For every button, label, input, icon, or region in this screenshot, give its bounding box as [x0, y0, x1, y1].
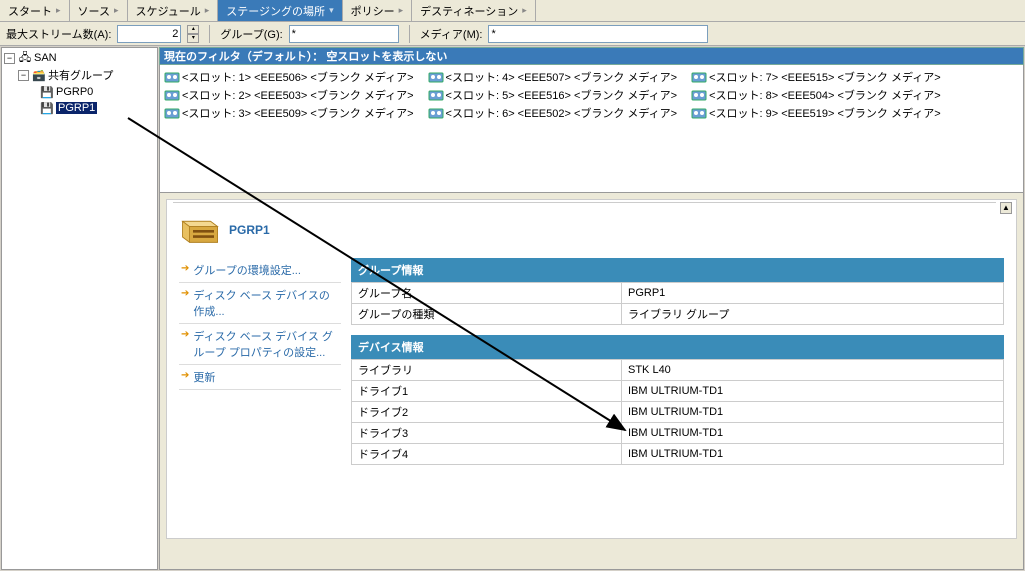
table-row: ドライブ3IBM ULTRIUM-TD1	[352, 423, 1004, 444]
link-disk-group-properties[interactable]: ➔ディスク ベース デバイス グループ プロパティの設定...	[179, 324, 341, 365]
group-label: グループ(G):	[220, 26, 282, 42]
scroll-up-button[interactable]: ▲	[1000, 202, 1012, 214]
arrow-icon: ➔	[181, 329, 189, 340]
table-row: ライブラリSTK L40	[352, 360, 1004, 381]
stream-label: 最大ストリーム数(A):	[6, 26, 111, 42]
link-group-config[interactable]: ➔グループの環境設定...	[179, 258, 341, 283]
tab-source[interactable]: ソース▸	[70, 0, 128, 21]
slot-item[interactable]: <スロット: 2> <EEE503> <ブランク メディア>	[164, 87, 414, 103]
link-refresh[interactable]: ➔更新	[179, 365, 341, 390]
chevron-down-icon: ▸	[205, 5, 210, 16]
tree-pane: − 🖧 SAN − 🗃️ 共有グループ 💾 PGRP0 💾 PGRP1	[1, 47, 158, 570]
device-icon: 💾	[40, 85, 54, 99]
tab-policy[interactable]: ポリシー▸	[343, 0, 413, 21]
media-label: メディア(M):	[420, 26, 483, 42]
slot-item[interactable]: <スロット: 9> <EEE519> <ブランク メディア>	[691, 105, 941, 121]
group-info-table: グループ名PGRP1 グループの種類ライブラリ グループ	[351, 282, 1004, 325]
chevron-down-icon: ▸	[522, 5, 527, 16]
tree-root-san[interactable]: − 🖧 SAN	[4, 50, 155, 66]
stream-input[interactable]	[117, 25, 181, 43]
collapse-icon[interactable]: −	[18, 70, 29, 81]
separator	[209, 25, 210, 43]
slot-list: <スロット: 1> <EEE506> <ブランク メディア> <スロット: 2>…	[159, 65, 1024, 193]
tape-icon	[164, 88, 180, 102]
tree-item-pgrp0[interactable]: 💾 PGRP0	[4, 84, 155, 100]
slot-item[interactable]: <スロット: 8> <EEE504> <ブランク メディア>	[691, 87, 941, 103]
drive-icon	[179, 212, 221, 248]
tape-icon	[164, 70, 180, 84]
table-row: ドライブ1IBM ULTRIUM-TD1	[352, 381, 1004, 402]
table-row: グループ名PGRP1	[352, 283, 1004, 304]
tree-item-pgrp1[interactable]: 💾 PGRP1	[4, 100, 155, 116]
tab-staging[interactable]: ステージングの場所▾	[218, 0, 342, 21]
arrow-icon: ➔	[181, 263, 189, 274]
device-info-header: デバイス情報	[351, 335, 1004, 359]
table-row: ドライブ4IBM ULTRIUM-TD1	[352, 444, 1004, 465]
collapse-icon[interactable]: −	[4, 53, 15, 64]
group-input[interactable]	[289, 25, 399, 43]
table-row: ドライブ2IBM ULTRIUM-TD1	[352, 402, 1004, 423]
slot-item[interactable]: <スロット: 7> <EEE515> <ブランク メディア>	[691, 69, 941, 85]
arrow-icon: ➔	[181, 370, 189, 381]
detail-pane: ▲ PGRP1 ➔グループの環境設定... ➔ディスク ベース デバイスの作成	[159, 193, 1024, 570]
tape-icon	[691, 88, 707, 102]
chevron-down-icon: ▾	[329, 5, 334, 16]
tape-icon	[428, 106, 444, 120]
detail-title: PGRP1	[229, 223, 270, 237]
server-icon: 🖧	[18, 51, 32, 65]
link-list: ➔グループの環境設定... ➔ディスク ベース デバイスの作成... ➔ディスク…	[179, 258, 341, 465]
slot-item[interactable]: <スロット: 3> <EEE509> <ブランク メディア>	[164, 105, 414, 121]
slot-item[interactable]: <スロット: 6> <EEE502> <ブランク メディア>	[428, 105, 678, 121]
tape-icon	[428, 70, 444, 84]
group-icon: 🗃️	[32, 68, 46, 82]
tab-schedule[interactable]: スケジュール▸	[128, 0, 219, 21]
divider	[173, 202, 996, 203]
link-create-disk-device[interactable]: ➔ディスク ベース デバイスの作成...	[179, 283, 341, 324]
tab-destination[interactable]: デスティネーション▸	[412, 0, 536, 21]
group-info-header: グループ情報	[351, 258, 1004, 282]
tape-icon	[691, 106, 707, 120]
toolbar: 最大ストリーム数(A): ▴▾ グループ(G): メディア(M):	[0, 22, 1025, 46]
stream-spinner[interactable]: ▴▾	[187, 25, 199, 43]
tab-start[interactable]: スタート▸	[0, 0, 70, 21]
chevron-down-icon: ▸	[399, 5, 404, 16]
tree-shared-group[interactable]: − 🗃️ 共有グループ	[4, 66, 155, 84]
tape-icon	[691, 70, 707, 84]
chevron-down-icon: ▸	[114, 5, 119, 16]
filter-bar: 現在のフィルタ（デフォルト）： 空スロットを表示しない	[159, 47, 1024, 65]
separator	[409, 25, 410, 43]
table-row: グループの種類ライブラリ グループ	[352, 304, 1004, 325]
arrow-icon: ➔	[181, 288, 189, 299]
slot-item[interactable]: <スロット: 1> <EEE506> <ブランク メディア>	[164, 69, 414, 85]
device-info-table: ライブラリSTK L40 ドライブ1IBM ULTRIUM-TD1 ドライブ2I…	[351, 359, 1004, 465]
tab-bar: スタート▸ ソース▸ スケジュール▸ ステージングの場所▾ ポリシー▸ デスティ…	[0, 0, 1025, 22]
device-icon: 💾	[40, 101, 54, 115]
tape-icon	[164, 106, 180, 120]
chevron-down-icon: ▸	[56, 5, 61, 16]
media-input[interactable]	[488, 25, 708, 43]
tape-icon	[428, 88, 444, 102]
slot-item[interactable]: <スロット: 5> <EEE516> <ブランク メディア>	[428, 87, 678, 103]
slot-item[interactable]: <スロット: 4> <EEE507> <ブランク メディア>	[428, 69, 678, 85]
